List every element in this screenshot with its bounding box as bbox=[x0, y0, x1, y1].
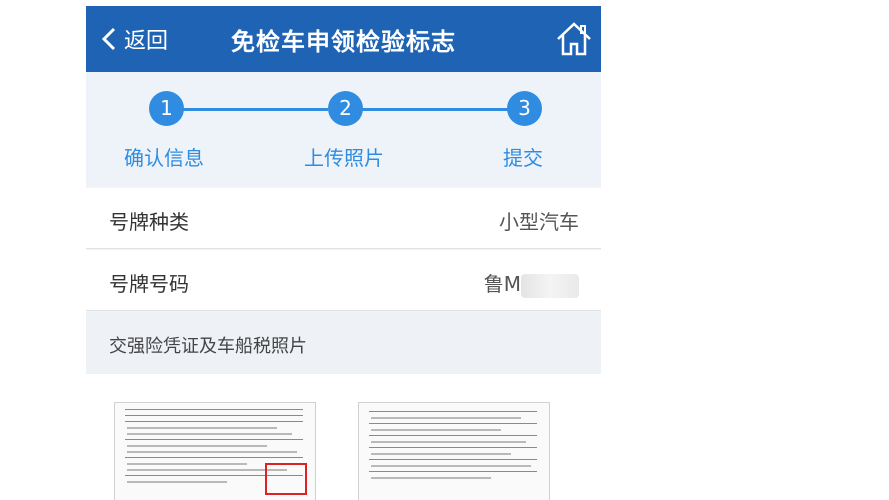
photo-area bbox=[86, 374, 601, 500]
plate-number-row[interactable]: 号牌号码 鲁M bbox=[86, 250, 601, 311]
plate-type-row[interactable]: 号牌种类 小型汽车 bbox=[86, 188, 601, 249]
step-connector bbox=[362, 108, 508, 111]
step-progress: 1 2 3 确认信息 上传照片 提交 bbox=[86, 72, 601, 186]
plate-type-label: 号牌种类 bbox=[109, 210, 189, 234]
step-connector bbox=[183, 108, 328, 111]
plate-type-value: 小型汽车 bbox=[499, 210, 579, 234]
navbar: 返回 免检车申领检验标志 bbox=[86, 6, 601, 72]
home-icon[interactable] bbox=[555, 20, 593, 58]
step-3-circle: 3 bbox=[507, 91, 542, 126]
photos-section-title: 交强险凭证及车船税照片 bbox=[109, 336, 307, 357]
redacted-blur bbox=[521, 273, 579, 298]
step-1-circle: 1 bbox=[149, 91, 184, 126]
page-title: 免检车申领检验标志 bbox=[231, 28, 456, 56]
phone-screen: 返回 免检车申领检验标志 1 2 3 确认信息 上传照片 提交 号牌种类 小型汽… bbox=[86, 6, 601, 500]
step-1-label: 确认信息 bbox=[124, 146, 204, 170]
plate-number-value: 鲁M bbox=[483, 272, 521, 296]
step-2-circle: 2 bbox=[328, 91, 363, 126]
step-3-label: 提交 bbox=[503, 146, 543, 170]
photos-section-header: 交强险凭证及车船税照片 bbox=[86, 312, 601, 374]
plate-number-label: 号牌号码 bbox=[109, 272, 189, 296]
red-stamp bbox=[265, 463, 307, 495]
step-2-label: 上传照片 bbox=[304, 146, 384, 170]
vessel-tax-photo[interactable] bbox=[358, 402, 550, 500]
plate-number-field: 鲁M bbox=[484, 268, 579, 298]
insurance-certificate-photo[interactable] bbox=[114, 402, 316, 500]
